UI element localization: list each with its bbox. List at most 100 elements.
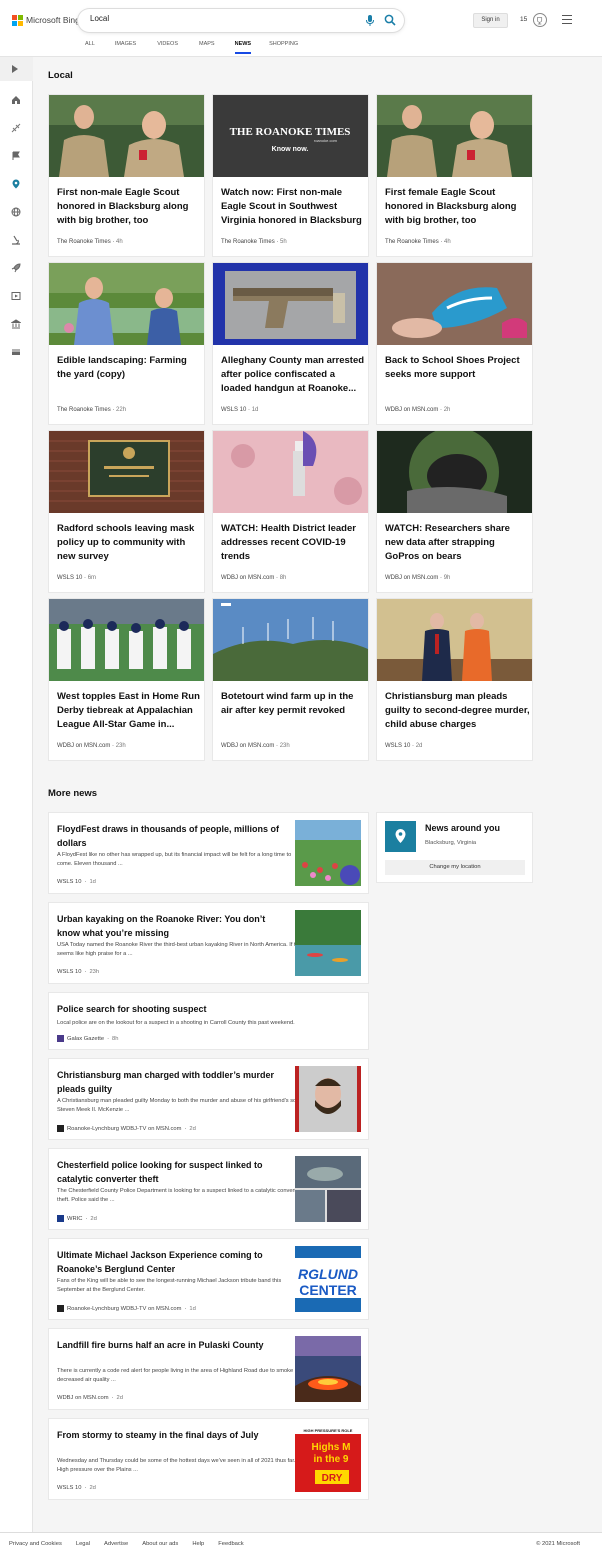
card-thumbnail[interactable] bbox=[213, 431, 368, 513]
news-card-bear-gopros[interactable]: WATCH: Researchers share new data after … bbox=[376, 427, 533, 593]
news-thumbnail[interactable]: RGLUND CENTER bbox=[295, 1246, 361, 1312]
news-thumbnail[interactable] bbox=[295, 1336, 361, 1402]
news-card-alleghany-arrest[interactable]: Alleghany County man arrested after poli… bbox=[212, 262, 369, 425]
card-headline[interactable]: Watch now: First non-male Eagle Scout in… bbox=[221, 186, 366, 228]
news-card-radford-schools[interactable]: Radford schools leaving mask policy up t… bbox=[48, 430, 205, 593]
microphone-icon[interactable] bbox=[365, 15, 375, 26]
news-thumbnail[interactable]: HIGH PRESSURE'S ROLE Highs Min the 9 DRY bbox=[295, 1426, 361, 1492]
news-headline[interactable]: From stormy to steamy in the final days … bbox=[57, 1429, 282, 1443]
news-headline[interactable]: Christiansburg man charged with toddler’… bbox=[57, 1069, 282, 1096]
news-headline[interactable]: Urban kayaking on the Roanoke River: You… bbox=[57, 913, 282, 940]
news-item-police-search[interactable]: Police search for shooting suspect Local … bbox=[48, 992, 369, 1050]
card-thumbnail[interactable] bbox=[213, 599, 368, 681]
news-item-catalytic-converter[interactable]: Chesterfield police looking for suspect … bbox=[48, 1148, 369, 1230]
news-source: Galax Gazette bbox=[67, 1035, 105, 1042]
change-location-button[interactable]: Change my location bbox=[385, 860, 525, 875]
news-card-covid-trends[interactable]: WATCH: Health District leader addresses … bbox=[212, 430, 369, 593]
news-thumbnail[interactable] bbox=[295, 1156, 361, 1222]
card-source: WDBJ on MSN.com bbox=[385, 575, 439, 581]
news-card-school-shoes[interactable]: Back to School Shoes Project seeks more … bbox=[376, 262, 533, 425]
card-thumbnail[interactable] bbox=[377, 263, 532, 345]
footer-link-help[interactable]: Help bbox=[192, 1541, 204, 1547]
card-thumbnail[interactable] bbox=[377, 427, 532, 517]
sign-in-button[interactable]: Sign in bbox=[473, 13, 508, 28]
technology-rocket-icon[interactable] bbox=[11, 263, 21, 273]
news-meta: WSLS 10 · 23h bbox=[57, 969, 100, 975]
tab-all[interactable]: ALL bbox=[85, 40, 95, 54]
news-item-urban-kayaking[interactable]: Urban kayaking on the Roanoke River: You… bbox=[48, 902, 369, 984]
tab-shopping[interactable]: SHOPPING bbox=[269, 40, 298, 54]
globe-icon[interactable] bbox=[11, 207, 21, 217]
card-headline[interactable]: First non-male Eagle Scout honored in Bl… bbox=[57, 186, 202, 228]
tab-videos[interactable]: VIDEOS bbox=[157, 40, 178, 54]
news-meta: WSLS 10 · 2d bbox=[57, 1485, 96, 1491]
rewards-count[interactable]: 15 bbox=[520, 16, 527, 23]
news-headline[interactable]: Landfill fire burns half an acre in Pula… bbox=[57, 1339, 282, 1353]
footer-link-legal[interactable]: Legal bbox=[76, 1541, 90, 1547]
card-headline[interactable]: Back to School Shoes Project seeks more … bbox=[385, 354, 530, 382]
search-icon[interactable] bbox=[384, 14, 396, 26]
tab-images[interactable]: IMAGES bbox=[115, 40, 136, 54]
news-card-wind-farm[interactable]: Botetourt wind farm up in the air after … bbox=[212, 598, 369, 761]
card-headline[interactable]: Alleghany County man arrested after poli… bbox=[221, 354, 366, 396]
tab-news[interactable]: NEWS bbox=[234, 40, 252, 54]
card-headline[interactable]: WATCH: Health District leader addresses … bbox=[221, 522, 366, 564]
news-item-toddler-murder-plea[interactable]: Christiansburg man charged with toddler’… bbox=[48, 1058, 369, 1140]
sidebar-expand-button[interactable] bbox=[0, 57, 33, 81]
news-headline[interactable]: FloydFest draws in thousands of people, … bbox=[57, 823, 282, 850]
card-thumbnail[interactable] bbox=[213, 263, 368, 345]
card-age: 2h bbox=[443, 407, 451, 413]
card-headline[interactable]: First female Eagle Scout honored in Blac… bbox=[385, 186, 530, 228]
card-headline[interactable]: Radford schools leaving mask policy up t… bbox=[57, 522, 202, 564]
rewards-trophy-icon[interactable] bbox=[533, 13, 547, 27]
news-item-landfill-fire[interactable]: Landfill fire burns half an acre in Pula… bbox=[48, 1328, 369, 1410]
card-thumbnail[interactable] bbox=[49, 263, 204, 345]
science-microscope-icon[interactable] bbox=[11, 235, 21, 245]
news-headline[interactable]: Ultimate Michael Jackson Experience comi… bbox=[57, 1249, 282, 1276]
footer-link-advertise[interactable]: Advertise bbox=[104, 1541, 128, 1547]
card-thumbnail[interactable] bbox=[49, 95, 204, 177]
news-item-floydfest[interactable]: FloydFest draws in thousands of people, … bbox=[48, 812, 369, 894]
news-thumbnail[interactable] bbox=[295, 1066, 361, 1132]
search-input[interactable] bbox=[90, 14, 350, 23]
news-card-home-run-derby[interactable]: West topples East in Home Run Derby tieb… bbox=[48, 598, 205, 761]
card-headline[interactable]: WATCH: Researchers share new data after … bbox=[385, 522, 530, 564]
bing-logo[interactable]: Microsoft Bing bbox=[12, 15, 80, 26]
card-thumbnail[interactable] bbox=[377, 599, 532, 681]
news-headline[interactable]: Chesterfield police looking for suspect … bbox=[57, 1159, 282, 1186]
tab-maps[interactable]: MAPS bbox=[199, 40, 215, 54]
money-card-icon[interactable] bbox=[11, 347, 21, 357]
hamburger-menu-icon[interactable] bbox=[562, 15, 572, 25]
news-snippet: USA Today named the Roanoke River the th… bbox=[57, 942, 304, 957]
location-pin-icon[interactable] bbox=[11, 179, 21, 189]
card-thumbnail[interactable] bbox=[49, 431, 204, 513]
news-headline[interactable]: Police search for shooting suspect bbox=[57, 1003, 282, 1017]
news-snippet: Fans of the King will be able to see the… bbox=[57, 1278, 282, 1293]
card-thumbnail[interactable]: THE ROANOKE TIMES roanoke.com Know now. bbox=[213, 95, 368, 177]
news-card-christiansburg-plea[interactable]: Christiansburg man pleads guilty to seco… bbox=[376, 598, 533, 761]
politics-building-icon[interactable] bbox=[11, 319, 21, 329]
news-age: 2d bbox=[89, 1485, 96, 1491]
news-card-eagle-scout-1[interactable]: First non-male Eagle Scout honored in Bl… bbox=[48, 94, 205, 257]
card-headline[interactable]: Christiansburg man pleads guilty to seco… bbox=[385, 690, 530, 732]
entertainment-icon[interactable] bbox=[11, 291, 21, 301]
footer-link-privacy[interactable]: Privacy and Cookies bbox=[9, 1541, 62, 1547]
footer-link-about-ads[interactable]: About our ads bbox=[142, 1541, 178, 1547]
sports-icon[interactable] bbox=[11, 123, 21, 133]
card-age: 4h bbox=[116, 239, 123, 245]
news-thumbnail[interactable] bbox=[295, 910, 361, 976]
card-thumbnail[interactable] bbox=[49, 599, 204, 681]
flag-icon[interactable] bbox=[11, 151, 21, 161]
news-item-stormy-steamy[interactable]: From stormy to steamy in the final days … bbox=[48, 1418, 369, 1500]
card-headline[interactable]: Edible landscaping: Farming the yard (co… bbox=[57, 354, 202, 382]
news-item-michael-jackson[interactable]: Ultimate Michael Jackson Experience comi… bbox=[48, 1238, 369, 1320]
card-headline[interactable]: West topples East in Home Run Derby tieb… bbox=[57, 690, 202, 732]
news-thumbnail[interactable] bbox=[295, 820, 361, 886]
card-thumbnail[interactable] bbox=[377, 95, 532, 177]
home-icon[interactable] bbox=[11, 95, 21, 105]
news-card-edible-landscaping[interactable]: Edible landscaping: Farming the yard (co… bbox=[48, 262, 205, 425]
news-card-eagle-scout-video[interactable]: THE ROANOKE TIMES roanoke.com Know now. Wat… bbox=[212, 94, 369, 257]
footer-link-feedback[interactable]: Feedback bbox=[218, 1541, 243, 1547]
news-card-eagle-scout-2[interactable]: First female Eagle Scout honored in Blac… bbox=[376, 94, 533, 257]
card-headline[interactable]: Botetourt wind farm up in the air after … bbox=[221, 690, 366, 718]
